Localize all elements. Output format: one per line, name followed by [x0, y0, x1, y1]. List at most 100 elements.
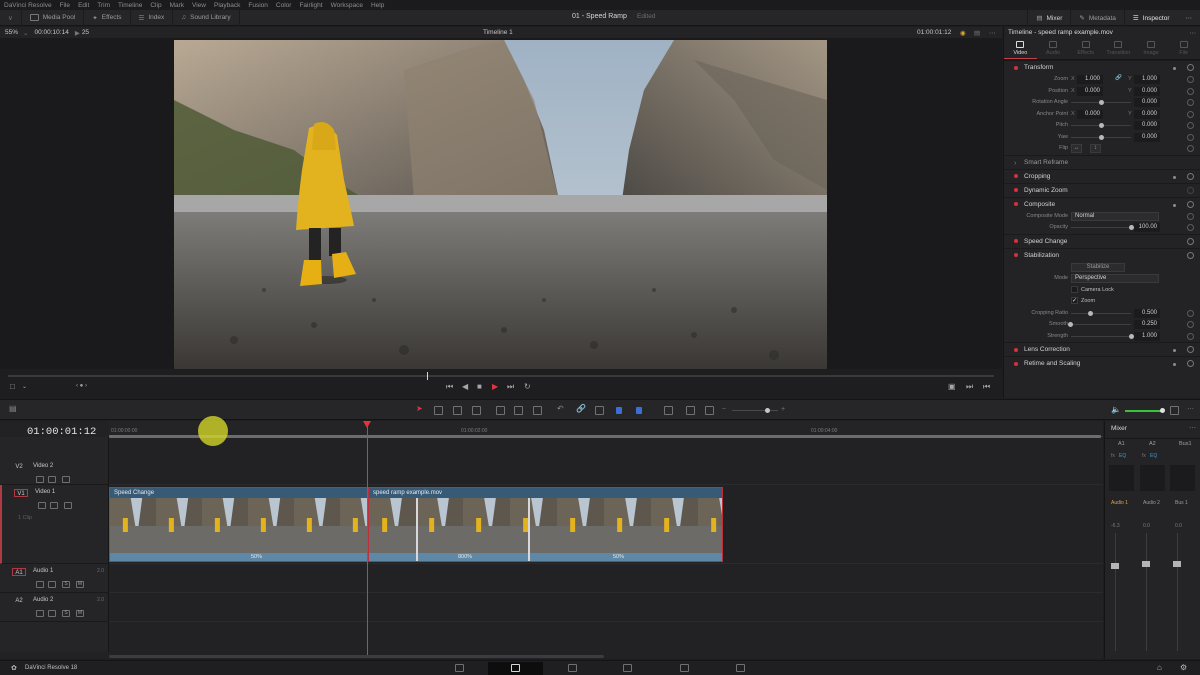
tab-image[interactable]: Image	[1135, 38, 1168, 59]
section-transform[interactable]: Transform	[1004, 60, 1200, 74]
timeline-zoom-slider[interactable]	[732, 410, 778, 411]
fader-a2[interactable]	[1142, 561, 1150, 567]
camera-lock-checkbox[interactable]	[1071, 285, 1078, 293]
auto-select-icon[interactable]	[48, 581, 56, 588]
track-tag-v1[interactable]: V1	[14, 489, 28, 497]
lock-track-icon[interactable]	[36, 476, 44, 483]
section-cropping[interactable]: Cropping	[1004, 168, 1200, 183]
zoom-in-icon[interactable]: +	[781, 406, 785, 413]
track-name-a2[interactable]: Audio 2	[33, 597, 53, 603]
page-color-icon[interactable]	[680, 664, 689, 672]
track-lane-v2[interactable]	[109, 459, 1103, 485]
timeline-scrollbar[interactable]	[109, 655, 604, 658]
pan-control[interactable]	[1109, 465, 1134, 491]
next-edit-icon[interactable]: ⏭	[966, 382, 973, 392]
zoom-x-field[interactable]: 1.000	[1077, 75, 1103, 84]
zoom-slider-knob[interactable]	[765, 408, 770, 413]
auto-select-icon[interactable]	[50, 502, 58, 509]
page-media-icon[interactable]	[455, 664, 464, 672]
speaker-icon[interactable]: 🔈	[1111, 405, 1121, 414]
section-lens-correction[interactable]: Lens Correction	[1004, 342, 1200, 356]
tab-video[interactable]: Video	[1004, 38, 1037, 59]
track-name-v2[interactable]: Video 2	[33, 463, 53, 469]
track-lane-a1[interactable]	[109, 564, 1103, 593]
track-name-v1[interactable]: Video 1	[35, 489, 55, 495]
cropping-ratio-slider[interactable]	[1088, 310, 1093, 316]
media-pool-button[interactable]: Media Pool	[22, 9, 85, 26]
position-lock-icon[interactable]	[595, 406, 604, 415]
track-tag-a2[interactable]: A2	[12, 597, 26, 605]
track-name-a1[interactable]: Audio 1	[33, 568, 53, 574]
clip-speed-change[interactable]: Speed Change 50%	[109, 487, 368, 562]
expand-button[interactable]: ∨	[0, 9, 22, 26]
volume-knob[interactable]	[1160, 408, 1165, 413]
effects-button[interactable]: ✦ Effects	[84, 9, 131, 26]
zoom-y-field[interactable]: 1.000	[1134, 75, 1160, 84]
solo-button[interactable]: S	[62, 581, 70, 588]
speed-label[interactable]: 50%	[251, 554, 262, 560]
loop-icon[interactable]: ↻	[524, 382, 531, 391]
pan-control[interactable]	[1170, 465, 1195, 491]
track-lane-a2[interactable]	[109, 593, 1103, 622]
play-icon[interactable]: ▶	[492, 382, 498, 391]
jump-to-end-icon[interactable]: ⏭	[507, 382, 514, 392]
flag-icon[interactable]	[616, 407, 622, 414]
anchor-x-field[interactable]: 0.000	[1077, 109, 1103, 119]
metadata-button[interactable]: ✎ Metadata	[1070, 10, 1124, 26]
eq-button[interactable]: EQ	[1150, 453, 1157, 459]
reset-icon[interactable]	[1187, 64, 1194, 71]
section-retime-scaling[interactable]: Retime and Scaling	[1004, 356, 1200, 370]
viewer-scrubber[interactable]	[8, 375, 994, 377]
composite-mode-dropdown[interactable]: Normal	[1071, 211, 1159, 221]
section-smart-reframe[interactable]: › Smart Reframe	[1004, 154, 1200, 169]
zoom-out-icon[interactable]: −	[722, 406, 726, 413]
flip-vertical-button[interactable]: ↕	[1090, 144, 1101, 153]
stop-icon[interactable]: ■	[477, 382, 482, 391]
menu-item-playback[interactable]: Playback	[214, 2, 240, 9]
pitch-field[interactable]: 0.000	[1134, 121, 1160, 130]
viewer-more-icon[interactable]: ⋯	[989, 29, 996, 37]
lock-track-icon[interactable]	[36, 610, 44, 617]
section-composite[interactable]: Composite	[1004, 196, 1200, 211]
page-fusion-icon[interactable]	[623, 664, 632, 672]
page-edit-icon[interactable]	[568, 664, 577, 672]
scrubber-playhead[interactable]	[427, 372, 428, 380]
fx-button[interactable]: fx	[1142, 453, 1146, 459]
timeline-name[interactable]: Timeline 1	[483, 29, 513, 36]
speed-label[interactable]: 50%	[613, 554, 624, 560]
overwrite-clip-icon[interactable]	[514, 406, 523, 415]
menu-item-trim[interactable]: Trim	[97, 2, 110, 9]
trim-tool-icon[interactable]	[434, 406, 443, 415]
settings-gear-icon[interactable]: ⚙	[1180, 663, 1187, 672]
more-options-button[interactable]: ⋯	[1178, 10, 1200, 26]
timeline-zoom-bar[interactable]	[109, 435, 1101, 438]
page-fairlight-icon[interactable]	[736, 664, 745, 672]
pitch-slider[interactable]	[1099, 123, 1104, 128]
section-dynamic-zoom[interactable]: Dynamic Zoom	[1004, 182, 1200, 197]
position-x-field[interactable]: 0.000	[1077, 86, 1103, 96]
section-stabilization[interactable]: Stabilization	[1004, 247, 1200, 262]
play-reverse-icon[interactable]: ◀	[462, 382, 468, 391]
track-enable-icon[interactable]	[62, 476, 70, 483]
inspector-button[interactable]: ☰ Inspector	[1123, 10, 1178, 26]
auto-select-icon[interactable]	[48, 610, 56, 617]
lock-track-icon[interactable]	[38, 502, 46, 509]
linked-selection-icon[interactable]: 🔗	[576, 404, 586, 413]
match-frame-icon[interactable]: ▣	[948, 382, 956, 391]
smooth-field[interactable]: 0.250	[1134, 320, 1160, 329]
selection-tool-icon[interactable]: ➤	[416, 404, 425, 413]
menu-item-color[interactable]: Color	[276, 2, 292, 9]
speed-point-handle[interactable]	[416, 498, 418, 561]
menu-item-clip[interactable]: Clip	[150, 2, 161, 9]
volume-slider[interactable]	[1125, 410, 1163, 412]
speed-point-handle[interactable]	[528, 498, 530, 561]
timeline-more-icon[interactable]: ⋯	[1187, 405, 1194, 413]
cropping-ratio-field[interactable]: 0.500	[1134, 308, 1160, 318]
mute-button[interactable]: M	[76, 581, 84, 588]
page-cut-icon[interactable]	[511, 664, 520, 672]
solo-button[interactable]: S	[62, 610, 70, 617]
inspector-more-icon[interactable]: ⋯	[1190, 29, 1197, 37]
marker-icon[interactable]	[636, 407, 642, 414]
video-frame[interactable]	[174, 40, 827, 369]
auto-select-icon[interactable]	[48, 476, 56, 483]
